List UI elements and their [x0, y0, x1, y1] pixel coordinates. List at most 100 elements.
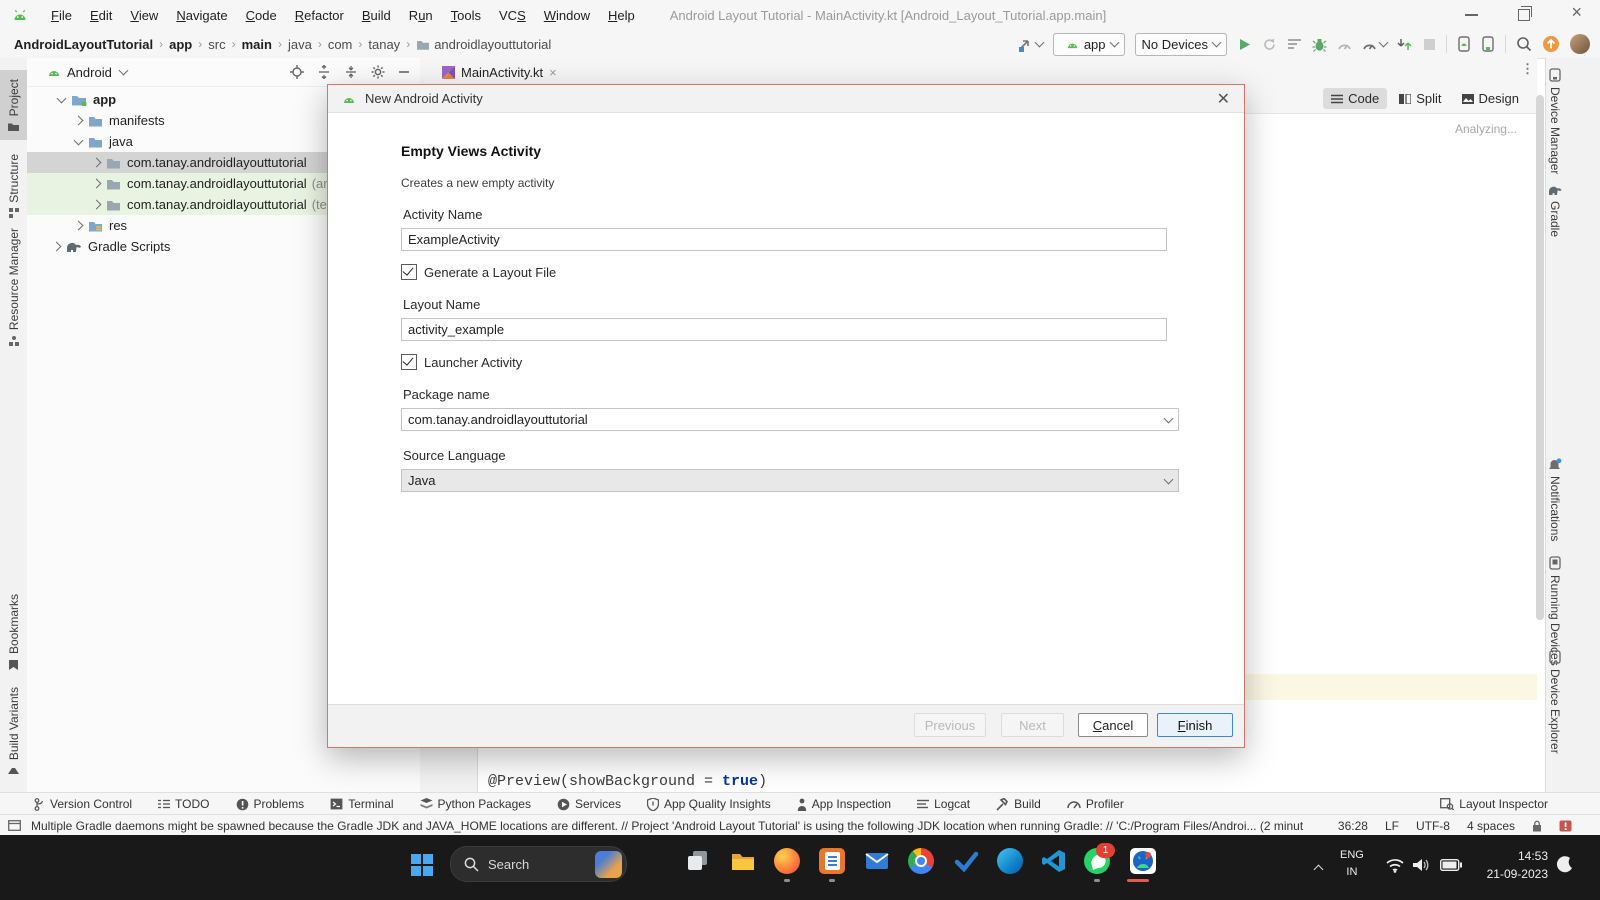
layout-name-field[interactable]: [401, 318, 1167, 341]
menu-code[interactable]: Code: [237, 8, 286, 23]
breadcrumb-project[interactable]: AndroidLayoutTutorial: [14, 37, 153, 52]
tool-window-services[interactable]: Services: [557, 797, 621, 811]
chevron-down-icon[interactable]: [118, 65, 129, 76]
close-tab-icon[interactable]: ×: [549, 65, 557, 80]
tool-window-problems[interactable]: Problems: [236, 797, 304, 811]
tool-window-python-packages[interactable]: Python Packages: [420, 797, 531, 811]
tool-window-profiler[interactable]: Profiler: [1067, 797, 1124, 811]
tab-code[interactable]: Code: [1323, 88, 1388, 109]
chevron-down-icon[interactable]: [73, 135, 84, 145]
sidebar-item-structure[interactable]: Structure: [0, 153, 27, 219]
language-indicator[interactable]: ENG IN: [1340, 847, 1364, 880]
menu-view[interactable]: View: [121, 8, 167, 23]
tab-mainactivity[interactable]: MainActivity.kt ×: [430, 59, 563, 86]
notifications-alert-icon[interactable]: [1559, 820, 1572, 832]
volume-icon[interactable]: [1412, 857, 1430, 873]
breadcrumb-tanay[interactable]: tanay: [368, 37, 400, 52]
vscode-icon[interactable]: [1041, 848, 1067, 874]
chevron-right-icon[interactable]: [91, 199, 102, 210]
run-config-select[interactable]: app: [1052, 32, 1125, 56]
attach-debugger-icon[interactable]: [1397, 37, 1413, 52]
notes-app-icon[interactable]: [819, 848, 845, 874]
debug-icon[interactable]: [1312, 37, 1327, 52]
mail-app-icon[interactable]: [864, 848, 890, 874]
tool-window-build[interactable]: Build: [996, 797, 1041, 811]
indent-setting[interactable]: 4 spaces: [1467, 819, 1515, 833]
tool-window-logcat[interactable]: Logcat: [917, 797, 970, 811]
tool-window-todo[interactable]: TODO: [158, 797, 210, 811]
search-highlight-image[interactable]: [595, 850, 622, 878]
sidebar-item-device-explorer[interactable]: Device Explorer: [1548, 650, 1562, 754]
device-select[interactable]: No Devices: [1134, 32, 1227, 56]
chevron-right-icon[interactable]: [91, 157, 102, 168]
menu-file[interactable]: File: [42, 8, 81, 23]
battery-icon[interactable]: [1440, 859, 1462, 871]
profile-icon[interactable]: [1337, 37, 1352, 52]
ide-update-icon[interactable]: [1542, 35, 1560, 53]
status-message[interactable]: Multiple Gradle daemons might be spawned…: [31, 819, 1303, 833]
project-view-selector[interactable]: Android: [67, 65, 112, 80]
status-window-icon[interactable]: [8, 820, 21, 831]
editor-options-icon[interactable]: ⋮: [1521, 61, 1535, 77]
collapse-all-icon[interactable]: [344, 65, 358, 79]
breadcrumb-main[interactable]: main: [242, 37, 272, 52]
menu-tools[interactable]: Tools: [442, 8, 490, 23]
clock[interactable]: 14:53 21-09-2023: [1468, 847, 1548, 883]
start-button[interactable]: [410, 853, 434, 877]
edge-icon[interactable]: [997, 848, 1023, 874]
menu-window[interactable]: Window: [535, 8, 599, 23]
breadcrumb-app[interactable]: app: [169, 37, 192, 52]
run-button[interactable]: [1237, 37, 1252, 52]
line-separator[interactable]: LF: [1385, 819, 1399, 833]
device-mirror-icon[interactable]: [1481, 36, 1495, 52]
taskbar-overflow-chevron[interactable]: [1313, 864, 1324, 875]
focus-assist-moon-icon[interactable]: [1556, 855, 1574, 873]
menu-edit[interactable]: Edit: [81, 8, 121, 23]
sidebar-item-project[interactable]: Project: [0, 70, 27, 140]
expand-all-icon[interactable]: [317, 65, 331, 79]
source-language-select[interactable]: Java: [401, 469, 1179, 492]
chevron-right-icon[interactable]: [91, 178, 102, 189]
breadcrumb-src[interactable]: src: [208, 37, 225, 52]
chevron-right-icon[interactable]: [73, 115, 84, 126]
locate-file-icon[interactable]: [290, 65, 304, 79]
editor-scrollbar[interactable]: [1536, 95, 1544, 620]
android-studio-taskbar-icon[interactable]: [1130, 848, 1156, 874]
breadcrumb-package[interactable]: androidlayouttutorial: [434, 37, 551, 52]
settings-gear-icon[interactable]: [371, 65, 385, 79]
sidebar-item-gradle[interactable]: Gradle: [1548, 185, 1562, 237]
profiler-menu-icon[interactable]: [1362, 37, 1389, 52]
wifi-icon[interactable]: [1385, 857, 1405, 873]
tab-split[interactable]: Split: [1391, 88, 1449, 109]
tool-window-layout-inspector[interactable]: Layout Inspector: [1440, 797, 1548, 811]
launcher-activity-checkbox[interactable]: [401, 354, 417, 370]
file-encoding[interactable]: UTF-8: [1416, 819, 1450, 833]
menu-navigate[interactable]: Navigate: [167, 8, 236, 23]
sidebar-item-bookmarks[interactable]: Bookmarks: [0, 592, 27, 672]
chevron-right-icon[interactable]: [73, 220, 84, 231]
device-manager-icon[interactable]: [1457, 36, 1471, 52]
search-box[interactable]: Search: [450, 846, 627, 882]
chevron-right-icon[interactable]: [51, 241, 62, 252]
caret-position[interactable]: 36:28: [1338, 819, 1368, 833]
menu-vcs[interactable]: VCS: [490, 8, 535, 23]
cancel-button[interactable]: Cancel: [1078, 713, 1148, 737]
tab-design[interactable]: Design: [1454, 88, 1527, 109]
tool-window-version-control[interactable]: Version Control: [34, 797, 132, 811]
run-with-coverage-icon[interactable]: [1287, 38, 1302, 51]
activity-name-field[interactable]: [401, 228, 1167, 251]
avatar[interactable]: [1570, 34, 1590, 54]
lock-icon[interactable]: [1532, 820, 1542, 832]
whatsapp-icon[interactable]: 1: [1084, 843, 1115, 874]
tool-window-app-inspection[interactable]: App Inspection: [797, 797, 891, 811]
menu-refactor[interactable]: Refactor: [286, 8, 353, 23]
rerun-icon[interactable]: [1262, 37, 1277, 52]
tool-window-terminal[interactable]: Python Packages Terminal: [330, 797, 394, 811]
tool-window-app-quality-insights[interactable]: App Quality Insights: [646, 797, 771, 811]
menu-build[interactable]: Build: [353, 8, 400, 23]
minimize-button[interactable]: [1465, 14, 1478, 16]
menu-run[interactable]: Run: [400, 8, 442, 23]
task-view-button[interactable]: [685, 848, 711, 874]
package-name-select[interactable]: com.tanay.androidlayouttutorial: [401, 408, 1179, 431]
firefox-icon[interactable]: [774, 848, 800, 874]
